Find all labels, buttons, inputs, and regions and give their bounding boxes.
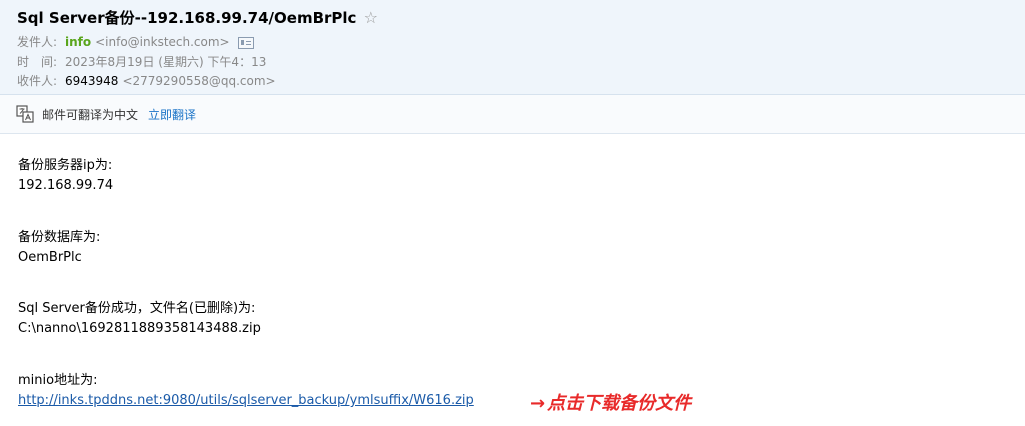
sender-name[interactable]: info bbox=[65, 35, 91, 49]
backup-success-label: Sql Server备份成功，文件名(已删除)为: bbox=[18, 301, 256, 316]
recipient-name[interactable]: 6943948 bbox=[65, 74, 118, 88]
time-label: 时 间: bbox=[17, 55, 58, 69]
contact-card-icon[interactable] bbox=[237, 36, 254, 49]
recipient-row: 收件人: 6943948 <2779290558@qq.com> bbox=[17, 72, 276, 89]
minio-address-label: minio地址为: bbox=[18, 373, 98, 388]
backup-server-label: 备份服务器ip为: bbox=[18, 158, 113, 173]
sender-label: 发件人: bbox=[17, 35, 58, 49]
backup-database-label: 备份数据库为: bbox=[18, 230, 101, 245]
download-annotation: → 点击下载备份文件 bbox=[530, 389, 691, 415]
sender-row: 发件人: info <info@inkstech.com> bbox=[17, 33, 254, 50]
translate-prompt: 邮件可翻译为中文 bbox=[42, 108, 139, 122]
email-subject: Sql Server备份--192.168.99.74/OemBrPlc ☆ bbox=[17, 7, 378, 28]
time-value: 2023年8月19日 (星期六) 下午4：13 bbox=[65, 55, 267, 69]
translate-bar: 邮件可翻译为中文 立即翻译 bbox=[0, 95, 1025, 134]
subject-text: Sql Server备份--192.168.99.74/OemBrPlc bbox=[17, 9, 357, 27]
translate-icon bbox=[16, 105, 34, 123]
backup-server-ip: 192.168.99.74 bbox=[18, 178, 114, 193]
backup-database-name: OemBrPlc bbox=[18, 250, 82, 265]
translate-now-link[interactable]: 立即翻译 bbox=[148, 106, 196, 123]
recipient-label: 收件人: bbox=[17, 74, 58, 88]
minio-download-link[interactable]: http://inks.tpddns.net:9080/utils/sqlser… bbox=[18, 393, 474, 408]
time-row: 时 间: 2023年8月19日 (星期六) 下午4：13 bbox=[17, 53, 266, 70]
star-icon[interactable]: ☆ bbox=[364, 8, 378, 27]
sender-address: <info@inkstech.com> bbox=[95, 35, 230, 49]
backup-file-path: C:\nanno\1692811889358143488.zip bbox=[18, 321, 261, 336]
email-header: Sql Server备份--192.168.99.74/OemBrPlc ☆ 发… bbox=[0, 0, 1025, 95]
annotation-text: 点击下载备份文件 bbox=[547, 393, 692, 414]
arrow-right-icon: → bbox=[530, 393, 546, 414]
recipient-address: <2779290558@qq.com> bbox=[122, 74, 276, 88]
